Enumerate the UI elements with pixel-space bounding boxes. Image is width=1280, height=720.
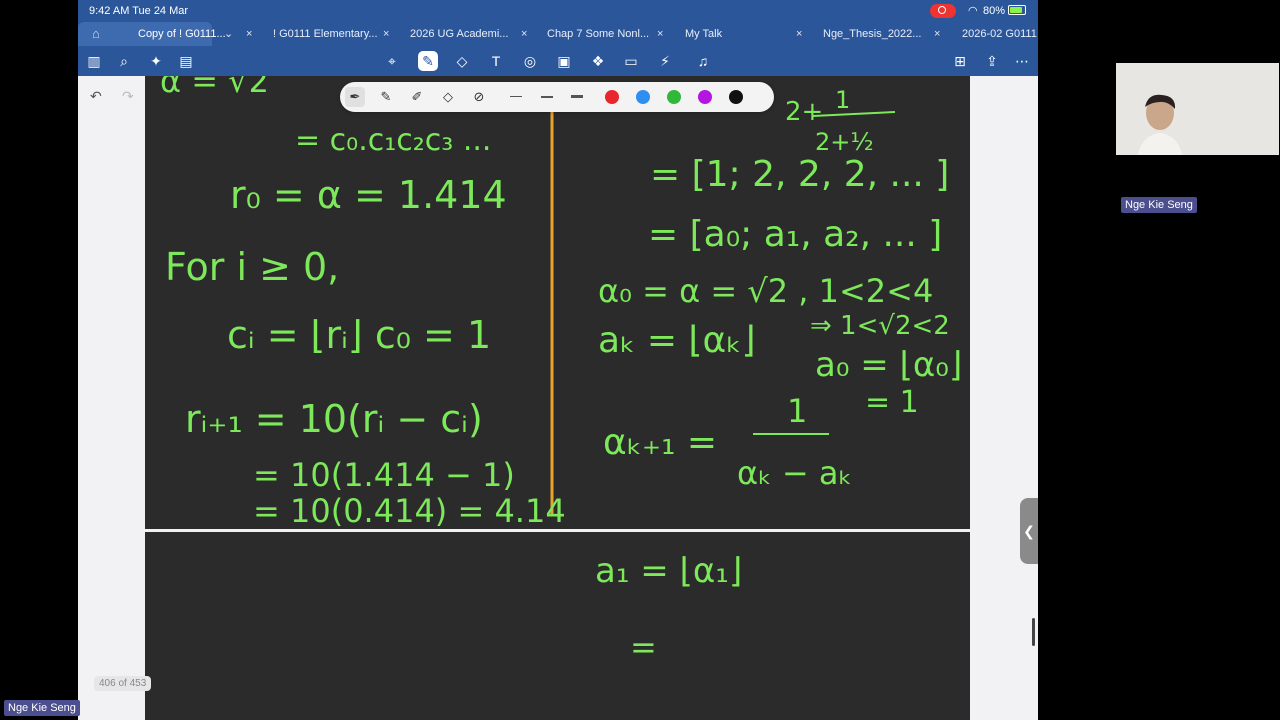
ink-r7: = 1: [865, 385, 919, 420]
tab-my-talk[interactable]: My Talk: [685, 22, 722, 46]
tab-close-icon[interactable]: ×: [657, 22, 663, 46]
tab-bar: ⌂ Copy of ! G0111... ⌄ × ! G0111 Element…: [78, 22, 1038, 46]
ipad-screen: 9:42 AM Tue 24 Mar ◠ 80% ⌂ Copy of ! G01…: [78, 0, 1038, 720]
ink-r6: a₀ = ⌊α₀⌋: [815, 345, 962, 385]
tab-close-icon[interactable]: ×: [383, 22, 389, 46]
ink-top-cut-left: α = √2: [160, 76, 269, 100]
ink-r10: αₖ − aₖ: [737, 454, 852, 492]
color-swatch-black[interactable]: [729, 90, 743, 104]
home-icon[interactable]: ⌂: [92, 22, 100, 46]
color-swatch-red[interactable]: [605, 90, 619, 104]
laser-pointer-icon[interactable]: ⚡: [655, 51, 675, 71]
tab-close-icon[interactable]: ×: [934, 22, 940, 46]
status-bar: 9:42 AM Tue 24 Mar ◠ 80%: [78, 0, 1038, 22]
shapes-icon[interactable]: ◎: [520, 51, 540, 71]
add-page-icon[interactable]: ⊞: [950, 51, 970, 71]
pen-palette: ✒ ✎ ✐ ◇ ⊘: [340, 82, 774, 112]
tab-close-icon[interactable]: ×: [796, 22, 802, 46]
fountain-pen-icon[interactable]: ✒: [345, 87, 365, 107]
pages-icon[interactable]: ▤: [176, 51, 196, 71]
tab-chap-7[interactable]: Chap 7 Some Nonl...: [547, 22, 649, 46]
side-panel-handle[interactable]: ❮: [1020, 498, 1038, 564]
ink-b2: =: [630, 628, 657, 666]
participant-avatar: [1138, 94, 1182, 155]
tab-2026-ug-academic[interactable]: 2026 UG Academi...: [410, 22, 508, 46]
tab-copy-of-g0111[interactable]: Copy of ! G0111...: [138, 22, 226, 46]
presenter-name-tag: Nge Kie Seng: [4, 700, 80, 716]
tab-close-icon[interactable]: ×: [521, 22, 527, 46]
ink-top-cut-right: 2+: [785, 97, 823, 127]
ink-l6: = 10(1.414 − 1): [253, 456, 515, 494]
chevron-down-icon[interactable]: ⌄: [224, 22, 233, 46]
ink-l4: cᵢ = ⌊rᵢ⌋ c₀ = 1: [227, 313, 491, 357]
wifi-icon: ◠: [968, 5, 978, 17]
magic-wand-icon[interactable]: ✦: [146, 51, 166, 71]
line-width-thick[interactable]: [571, 95, 583, 98]
share-icon[interactable]: ⇪: [982, 51, 1002, 71]
battery-percent: 80%: [983, 5, 1006, 17]
image-icon[interactable]: ▣: [554, 51, 574, 71]
microphone-icon[interactable]: ♫: [693, 51, 713, 71]
redo-icon[interactable]: ↷: [122, 88, 134, 105]
tab-close-icon[interactable]: ×: [246, 22, 252, 46]
status-time: 9:42 AM Tue 24 Mar: [89, 5, 189, 17]
ink-l2: r₀ = α = 1.414: [230, 173, 507, 217]
ink-l1: = c₀.c₁c₂c₃ ...: [295, 123, 491, 158]
page-separator: [145, 529, 970, 532]
page-counter: 406 of 453: [94, 676, 152, 691]
color-swatch-green[interactable]: [667, 90, 681, 104]
ball-pen-icon[interactable]: ✎: [376, 87, 396, 107]
search-icon[interactable]: ⌕: [114, 51, 134, 71]
handwriting-canvas: α = √2 2+ 1 2+½ = c₀.c₁c₂c₃ ... r₀ = α =…: [160, 62, 962, 666]
notebook-page[interactable]: α = √2 2+ 1 2+½ = c₀.c₁c₂c₃ ... r₀ = α =…: [145, 62, 970, 720]
participant-name-tag: Nge Kie Seng: [1121, 197, 1197, 213]
pen-tool-icon[interactable]: ✎: [418, 51, 438, 71]
highlighter-icon[interactable]: ⊘: [469, 87, 489, 107]
line-width-thin[interactable]: [510, 96, 522, 97]
ink-r1: = [1; 2, 2, 2, ... ]: [650, 154, 949, 195]
tab-2026-02-g0111[interactable]: 2026-02 G0111 A: [962, 22, 1038, 46]
ink-l7: = 10(0.414) = 4.14: [253, 492, 566, 530]
toolbar: ▥ ⌕ ✦ ▤ ⌖ ✎ ◇ T ◎ ▣ ❖ ▭ ⚡ ♫ ⊞ ⇪ ⋯: [78, 46, 1038, 76]
ink-l5: rᵢ₊₁ = 10(rᵢ − cᵢ): [185, 397, 483, 441]
ink-r2: = [a₀; a₁, a₂, ... ]: [648, 214, 942, 255]
ink-r4: aₖ = ⌊αₖ⌋: [598, 320, 756, 361]
ink-r9: 1: [787, 392, 807, 430]
ink-r8: αₖ₊₁ =: [603, 422, 717, 463]
ink-r3: α₀ = α = √2 , 1<2<4: [598, 272, 933, 310]
ink-fraction-den: 2+½: [815, 128, 874, 156]
ink-l3: For i ≥ 0,: [165, 245, 339, 289]
sidebar-icon[interactable]: ▥: [84, 51, 104, 71]
undo-icon[interactable]: ↶: [90, 88, 102, 105]
webcam-video: [1116, 63, 1279, 155]
more-icon[interactable]: ⋯: [1012, 51, 1032, 71]
screen-record-icon[interactable]: [930, 4, 956, 18]
lasso-icon[interactable]: ⌖: [382, 51, 402, 71]
tab-nge-thesis[interactable]: Nge_Thesis_2022...: [823, 22, 921, 46]
battery-icon: [1008, 5, 1026, 15]
ink-r5: ⇒ 1<√2<2: [810, 311, 950, 341]
color-swatch-purple[interactable]: [698, 90, 712, 104]
brush-pen-icon[interactable]: ✐: [407, 87, 427, 107]
eraser-icon[interactable]: ◇: [452, 51, 472, 71]
eraser-icon[interactable]: ◇: [438, 87, 458, 107]
scrollbar[interactable]: [1032, 618, 1035, 646]
line-width-medium[interactable]: [541, 96, 553, 98]
text-box-icon[interactable]: T: [486, 51, 506, 71]
color-swatch-blue[interactable]: [636, 90, 650, 104]
tab-g0111-elementary[interactable]: ! G0111 Elementary...: [273, 22, 378, 46]
sticky-note-icon[interactable]: ▭: [621, 51, 641, 71]
ink-fraction-one: 1: [835, 86, 850, 114]
ink-b1: a₁ = ⌊α₁⌋: [595, 551, 742, 591]
elements-icon[interactable]: ❖: [588, 51, 608, 71]
